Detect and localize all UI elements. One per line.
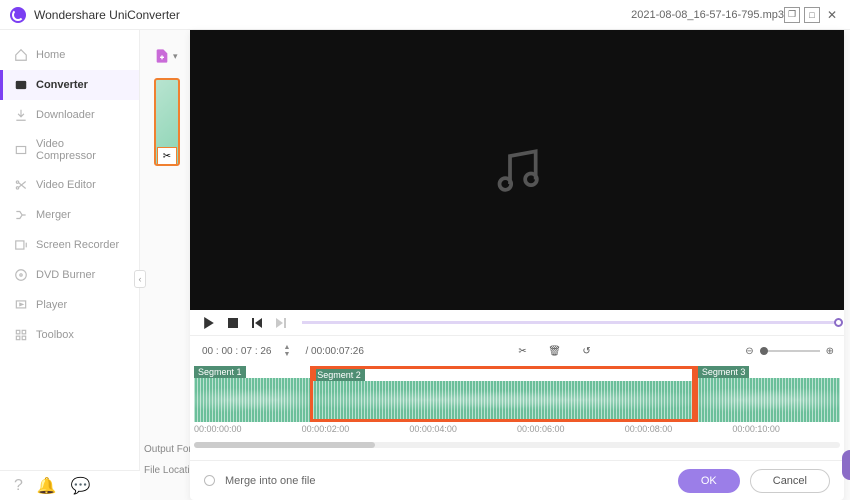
sidebar-item-editor[interactable]: Video Editor: [0, 170, 139, 200]
nav-label: Home: [36, 49, 65, 61]
zoom-control[interactable]: ⊖ ⊕: [745, 346, 834, 357]
editor-footer: Merge into one file OK Cancel: [190, 460, 844, 500]
nav-label: Toolbox: [36, 329, 74, 341]
nav-label: Converter: [36, 79, 88, 91]
toolbox-icon: [14, 328, 28, 342]
cancel-button[interactable]: Cancel: [750, 469, 830, 493]
clip-thumbnail[interactable]: ✂: [154, 78, 180, 166]
sidebar-item-player[interactable]: Player: [0, 290, 139, 320]
merger-icon: [14, 208, 28, 222]
sidebar-item-compressor[interactable]: Video Compressor: [0, 130, 139, 170]
recorder-icon: [14, 238, 28, 252]
music-note-icon: [489, 142, 545, 198]
compressor-icon: [14, 143, 28, 157]
ok-button[interactable]: OK: [678, 469, 740, 493]
right-accent: [842, 450, 850, 480]
playback-controls: [190, 310, 844, 336]
segment-1[interactable]: Segment 1: [194, 366, 310, 422]
sidebar-item-toolbox[interactable]: Toolbox: [0, 320, 139, 350]
home-icon: [14, 48, 28, 62]
cut-icon[interactable]: ✂: [157, 147, 177, 165]
sidebar-item-home[interactable]: Home: [0, 40, 139, 70]
notifications-icon[interactable]: 🔔: [37, 476, 57, 496]
nav-label: Video Editor: [36, 179, 96, 191]
time-input[interactable]: 00 : 00 : 07 : 26: [200, 345, 274, 358]
maximize-window-button[interactable]: □: [804, 7, 820, 23]
add-file-icon: [154, 48, 170, 64]
sidebar-item-recorder[interactable]: Screen Recorder: [0, 230, 139, 260]
title-bar: Wondershare UniConverter 2021-08-08_16-5…: [0, 0, 850, 30]
feedback-icon[interactable]: 💬: [71, 476, 91, 496]
download-icon: [14, 108, 28, 122]
disc-icon: [14, 268, 28, 282]
current-filename: 2021-08-08_16-57-16-795.mp3: [631, 9, 784, 21]
converter-icon: [14, 78, 28, 92]
segment-3[interactable]: Segment 3: [698, 366, 840, 422]
sidebar: Home Converter Downloader Video Compress…: [0, 30, 140, 500]
segment-label: Segment 2: [313, 369, 365, 381]
nav-label: Screen Recorder: [36, 239, 119, 251]
help-icon[interactable]: ?: [14, 477, 23, 495]
stop-button[interactable]: [224, 314, 242, 332]
zoom-in-icon[interactable]: ⊕: [826, 346, 834, 357]
delete-tool-icon[interactable]: 🗑: [546, 342, 564, 360]
merge-checkbox[interactable]: [204, 475, 215, 486]
sidebar-collapse-handle[interactable]: ‹: [134, 270, 146, 288]
main-content: ‹ ▾ ✂ Output Form File Location 00: [140, 30, 850, 500]
playback-progress[interactable]: [302, 321, 834, 324]
add-file-button[interactable]: ▾: [154, 48, 178, 64]
segment-label: Segment 1: [194, 366, 246, 378]
cut-tool-icon[interactable]: ✂: [514, 342, 532, 360]
nav-label: DVD Burner: [36, 269, 95, 281]
restore-window-button[interactable]: ❐: [784, 7, 800, 23]
waveform-timeline[interactable]: Segment 1 Segment 2 Segment 3: [194, 366, 840, 422]
sidebar-item-merger[interactable]: Merger: [0, 200, 139, 230]
nav-label: Video Compressor: [36, 138, 125, 162]
sidebar-item-dvd[interactable]: DVD Burner: [0, 260, 139, 290]
play-button[interactable]: [200, 314, 218, 332]
nav-label: Downloader: [36, 109, 95, 121]
total-duration: / 00:00:07:26: [306, 346, 364, 357]
merge-label: Merge into one file: [225, 475, 316, 487]
time-row: 00 : 00 : 07 : 26 ▲▼ / 00:00:07:26 ✂ 🗑 ↺…: [190, 336, 844, 366]
sidebar-item-converter[interactable]: Converter: [0, 70, 139, 100]
reset-tool-icon[interactable]: ↺: [578, 342, 596, 360]
close-window-button[interactable]: ✕: [824, 7, 840, 23]
nav-label: Merger: [36, 209, 71, 221]
app-title: Wondershare UniConverter: [34, 8, 571, 22]
zoom-out-icon[interactable]: ⊖: [745, 346, 753, 357]
segment-label: Segment 3: [698, 366, 750, 378]
status-bar: ? 🔔 💬: [0, 470, 140, 500]
scissors-icon: [14, 178, 28, 192]
time-ruler: 00:00:00:00 00:00:02:00 00:00:04:00 00:0…: [190, 422, 844, 442]
zoom-slider[interactable]: [760, 350, 820, 352]
app-logo-icon: [10, 7, 26, 23]
trim-editor: 00 : 00 : 07 : 26 ▲▼ / 00:00:07:26 ✂ 🗑 ↺…: [190, 30, 844, 500]
time-stepper[interactable]: ▲▼: [284, 344, 296, 358]
horizontal-scrollbar[interactable]: [194, 442, 840, 448]
preview-area: [190, 30, 844, 310]
play-icon: [14, 298, 28, 312]
next-button[interactable]: [272, 314, 290, 332]
sidebar-item-downloader[interactable]: Downloader: [0, 100, 139, 130]
prev-button[interactable]: [248, 314, 266, 332]
nav-label: Player: [36, 299, 67, 311]
segment-2-selected[interactable]: Segment 2: [310, 366, 698, 422]
chevron-down-icon: ▾: [173, 51, 178, 62]
